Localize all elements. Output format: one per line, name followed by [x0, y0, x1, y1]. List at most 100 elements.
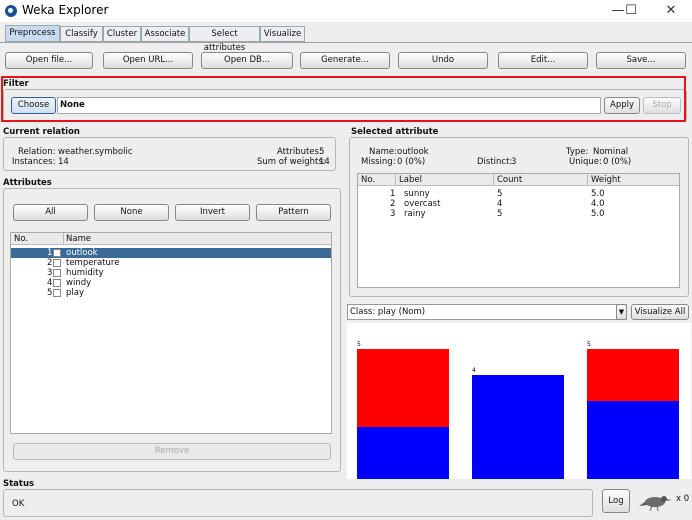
- tab-cluster[interactable]: Cluster: [103, 26, 141, 42]
- unique-value: 0 (0%): [603, 157, 632, 167]
- log-button[interactable]: Log: [602, 489, 630, 513]
- attributes-count-value: 5: [319, 147, 325, 157]
- attribute-row[interactable]: 1 outlook: [11, 248, 331, 258]
- status-section-label: Status: [3, 479, 35, 489]
- row-number: 1: [47, 248, 53, 258]
- tab-divider: [0, 42, 692, 43]
- task-count: x 0: [676, 494, 690, 504]
- tab-visualize[interactable]: Visualize: [260, 26, 305, 42]
- weka-logo-icon: [5, 5, 17, 17]
- bar-overcast-segment-1: [472, 375, 564, 479]
- column-divider: [493, 174, 494, 186]
- select-none-button[interactable]: None: [94, 204, 169, 221]
- missing-value: 0 (0%): [397, 157, 426, 167]
- tab-preprocess[interactable]: Preprocess: [5, 25, 60, 42]
- instances-label: Instances:: [12, 157, 56, 167]
- attribute-row[interactable]: 2 temperature: [11, 258, 331, 268]
- missing-label: Missing:: [361, 157, 396, 167]
- attribute-row[interactable]: 3 humidity: [11, 268, 331, 278]
- weka-bird-icon: [639, 496, 672, 512]
- row-count: 5: [497, 189, 503, 199]
- edit-button[interactable]: Edit...: [498, 52, 588, 69]
- undo-button[interactable]: Undo: [398, 52, 488, 69]
- histogram-panel: 5 4 5: [347, 323, 691, 479]
- close-button[interactable]: ✕: [648, 0, 692, 22]
- attributes-table: No. Name 1 outlook 2 temperature 3 humid…: [10, 232, 332, 434]
- column-header-count: Count: [497, 175, 523, 185]
- attribute-checkbox[interactable]: [53, 269, 61, 277]
- bar-data-label: 4: [472, 367, 476, 374]
- remove-button: Remove: [13, 443, 331, 460]
- row-number: 4: [47, 278, 53, 288]
- open-file-button[interactable]: Open file...: [5, 52, 93, 69]
- column-header-weight: Weight: [591, 175, 621, 185]
- relation-value: weather.symbolic: [58, 147, 133, 157]
- open-db-button[interactable]: Open DB...: [201, 52, 293, 69]
- bar-sunny-segment-1: [357, 427, 449, 479]
- column-divider: [587, 174, 588, 186]
- relation-label: Relation:: [18, 147, 56, 157]
- row-number: 3: [390, 209, 396, 219]
- row-label: sunny: [404, 189, 430, 199]
- attribute-row[interactable]: 4 windy: [11, 278, 331, 288]
- open-url-button[interactable]: Open URL...: [103, 52, 193, 69]
- chevron-down-icon[interactable]: ▼: [616, 304, 627, 320]
- select-all-button[interactable]: All: [13, 204, 88, 221]
- sum-weights-label: Sum of weights:: [257, 157, 326, 167]
- selected-table-header: No. Label Count Weight: [358, 174, 679, 186]
- attribute-row[interactable]: 5 play: [11, 288, 331, 298]
- attribute-name: humidity: [66, 268, 104, 278]
- type-label: Type:: [566, 147, 589, 157]
- attributes-section-label: Attributes: [3, 178, 52, 188]
- attribute-checkbox[interactable]: [53, 289, 61, 297]
- generate-button[interactable]: Generate...: [300, 52, 390, 69]
- tab-associate[interactable]: Associate: [141, 26, 189, 42]
- table-row[interactable]: 3 rainy 5 5.0: [358, 209, 679, 219]
- selected-attribute-label: Selected attribute: [351, 127, 439, 137]
- visualize-all-button[interactable]: Visualize All: [631, 304, 689, 320]
- status-text: OK: [12, 499, 25, 509]
- distinct-label: Distinct:: [477, 157, 513, 167]
- row-number: 2: [47, 258, 53, 268]
- column-divider: [63, 233, 64, 245]
- class-select[interactable]: Class: play (Nom): [347, 304, 627, 320]
- table-row[interactable]: 1 sunny 5 5.0: [358, 189, 679, 199]
- name-value: outlook: [397, 147, 429, 157]
- save-button[interactable]: Save...: [596, 52, 686, 69]
- row-weight: 5.0: [591, 209, 605, 219]
- row-number: 1: [390, 189, 396, 199]
- tab-classify[interactable]: Classify: [60, 26, 103, 42]
- attribute-checkbox[interactable]: [53, 259, 61, 267]
- attribute-checkbox[interactable]: [53, 279, 61, 287]
- window-title: Weka Explorer: [22, 3, 109, 17]
- row-weight: 5.0: [591, 189, 605, 199]
- attribute-name: temperature: [66, 258, 120, 268]
- column-header-no: No.: [361, 175, 376, 185]
- unique-label: Unique:: [569, 157, 602, 167]
- type-value: Nominal: [593, 147, 629, 157]
- row-count: 5: [497, 209, 503, 219]
- table-row[interactable]: 2 overcast 4 4.0: [358, 199, 679, 209]
- attribute-name: windy: [66, 278, 92, 288]
- bar-sunny-segment-0: [357, 349, 449, 427]
- row-weight: 4.0: [591, 199, 605, 209]
- status-panel: [3, 489, 593, 517]
- column-divider: [395, 174, 396, 186]
- bar-data-label: 5: [587, 341, 591, 348]
- bar-rainy-segment-0: [587, 349, 679, 401]
- invert-button[interactable]: Invert: [175, 204, 250, 221]
- current-relation-label: Current relation: [3, 127, 80, 137]
- pattern-button[interactable]: Pattern: [256, 204, 331, 221]
- column-header-name: Name: [66, 234, 92, 244]
- distinct-value: 3: [511, 157, 517, 167]
- tab-select-attributes[interactable]: Select attributes: [189, 26, 260, 53]
- attribute-checkbox[interactable]: [53, 249, 61, 257]
- row-number: 3: [47, 268, 53, 278]
- bar-rainy-segment-1: [587, 401, 679, 479]
- attributes-count-label: Attributes:: [277, 147, 322, 157]
- selected-attribute-table: No. Label Count Weight 1 sunny 5 5.0 2 o…: [357, 173, 680, 288]
- attribute-name: play: [66, 288, 84, 298]
- row-label: rainy: [404, 209, 426, 219]
- instances-value: 14: [58, 157, 69, 167]
- name-label: Name:: [369, 147, 397, 157]
